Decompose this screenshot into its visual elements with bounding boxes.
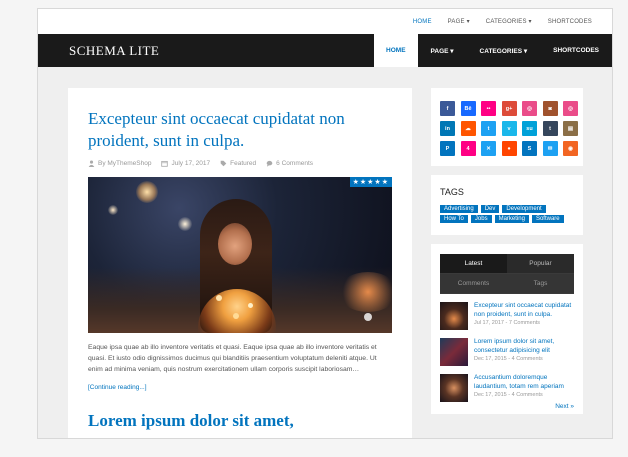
tag-development[interactable]: Development (502, 205, 546, 213)
tag-software[interactable]: Software (531, 215, 564, 223)
tags-widget: TAGS Advertising Dev Development How To … (431, 175, 583, 235)
next-link[interactable]: Next » (440, 403, 574, 410)
tag-advertising[interactable]: Advertising (440, 205, 478, 213)
twitter-icon[interactable]: t (481, 121, 496, 136)
tag-icon (220, 160, 227, 167)
category-label: Featured (230, 160, 257, 167)
menu-home[interactable]: HOME (374, 34, 418, 67)
xing-icon[interactable]: ✕ (481, 141, 496, 156)
date-label: July 17, 2017 (171, 160, 211, 167)
menu-page[interactable]: PAGE ▾ (418, 34, 467, 67)
recent-post[interactable]: Accusantium doloremque laudantium, totam… (440, 374, 574, 402)
tag-how-to[interactable]: How To (440, 215, 468, 223)
topnav-home[interactable]: HOME (413, 19, 432, 25)
post-date: July 17, 2017 (161, 160, 210, 167)
recent-post-meta: Jul 17, 2017 - 7 Comments (474, 320, 541, 326)
main-navigation: SCHEMA LITE HOME PAGE ▾ CATEGORIES ▾ SHO… (38, 34, 612, 67)
menu-shortcodes[interactable]: SHORTCODES (540, 34, 612, 67)
google-plus-icon[interactable]: g+ (501, 101, 517, 116)
vimeo-icon[interactable]: v (501, 121, 517, 136)
linkedin-icon[interactable]: in (440, 121, 455, 136)
tab-latest[interactable]: Latest (440, 254, 507, 274)
rating-stars: ★★★★★ (349, 177, 392, 187)
main-content: Excepteur sint occaecat cupidatat non pr… (68, 88, 412, 438)
featured-image[interactable]: ★★★★★ (88, 177, 392, 333)
tumblr-icon[interactable]: t (542, 121, 558, 136)
continue-reading-link[interactable]: [Continue reading...] (88, 384, 392, 391)
recent-post-thumbnail[interactable] (440, 338, 468, 366)
email-icon[interactable]: ✉ (542, 141, 558, 156)
recent-post-thumbnail[interactable] (440, 302, 468, 330)
post-category[interactable]: Featured (220, 160, 256, 167)
recent-post-title[interactable]: Lorem ipsum dolor sit amet, consectetur … (474, 338, 574, 355)
soundcloud-icon[interactable]: ☁ (460, 121, 476, 136)
topnav-page[interactable]: PAGE ▾ (448, 18, 470, 25)
comment-icon (266, 160, 273, 167)
post-title-2[interactable]: Lorem ipsum dolor sit amet, (88, 411, 392, 431)
browser-frame: HOME PAGE ▾ CATEGORIES ▾ SHORTCODES SCHE… (37, 8, 613, 439)
top-navigation: HOME PAGE ▾ CATEGORIES ▾ SHORTCODES (38, 9, 612, 34)
social-icons: f Bē •• g+ ◎ ◙ ◎ in ☁ t v su t ▤ P 4 ✕ ● S ✉ ◉ (440, 98, 578, 156)
calendar-icon (161, 160, 169, 167)
skype-icon[interactable]: S (522, 141, 537, 156)
reddit-icon[interactable]: ● (501, 141, 517, 156)
recent-post-thumbnail[interactable] (440, 374, 468, 402)
tags-title: TAGS (440, 187, 464, 197)
tab-popular[interactable]: Popular (507, 254, 574, 274)
foursquare-icon[interactable]: 4 (460, 141, 476, 156)
site-logo[interactable]: SCHEMA LITE (38, 43, 159, 59)
stumbleupon-icon[interactable]: su (522, 121, 537, 136)
instagram-icon[interactable]: ◙ (542, 101, 558, 116)
topnav-shortcodes[interactable]: SHORTCODES (548, 19, 592, 25)
recent-post-meta: Dec 17, 2015 - 4 Comments (474, 356, 543, 362)
tag-jobs[interactable]: Jobs (470, 215, 492, 223)
tab-bar: Latest Popular Comments Tags (440, 254, 574, 294)
author-label: By MyThemeShop (98, 160, 152, 167)
user-icon (88, 160, 95, 167)
dribbble-icon[interactable]: ◎ (522, 101, 537, 116)
sidebar: f Bē •• g+ ◎ ◙ ◎ in ☁ t v su t ▤ P 4 ✕ ● S ✉ ◉ TAGS Advertis… (431, 88, 583, 423)
social-widget: f Bē •• g+ ◎ ◙ ◎ in ☁ t v su t ▤ P 4 ✕ ● S ✉ ◉ (431, 88, 583, 166)
tab-comments[interactable]: Comments (440, 274, 507, 294)
tab-tags[interactable]: Tags (507, 274, 574, 294)
tag-marketing[interactable]: Marketing (494, 215, 529, 223)
menu-categories[interactable]: CATEGORIES ▾ (467, 34, 541, 67)
tag-cloud: Advertising Dev Development How To Jobs … (440, 205, 574, 223)
recent-post[interactable]: Lorem ipsum dolor sit amet, consectetur … (440, 338, 574, 366)
post-meta: By MyThemeShop July 17, 2017 Featured 6 … (88, 160, 392, 167)
post-title[interactable]: Excepteur sint occaecat cupidatat non pr… (88, 108, 392, 152)
post-comments[interactable]: 6 Comments (266, 160, 313, 167)
rss-feed-icon[interactable]: ◉ (563, 141, 578, 156)
topnav-categories[interactable]: CATEGORIES ▾ (486, 18, 532, 25)
post-author[interactable]: By MyThemeShop (88, 160, 151, 167)
rss-icon[interactable]: ▤ (563, 121, 578, 136)
facebook-icon[interactable]: f (440, 101, 455, 116)
recent-post-title[interactable]: Accusantium doloremque laudantium, totam… (474, 374, 574, 391)
dribbble-alt-icon[interactable]: ◎ (563, 101, 578, 116)
recent-post[interactable]: Excepteur sint occaecat cupidatat non pr… (440, 302, 574, 330)
pinterest-icon[interactable]: P (440, 141, 455, 156)
comments-label: 6 Comments (276, 160, 314, 167)
main-menu: HOME PAGE ▾ CATEGORIES ▾ SHORTCODES (374, 34, 612, 67)
recent-post-title[interactable]: Excepteur sint occaecat cupidatat non pr… (474, 302, 574, 319)
behance-icon[interactable]: Bē (460, 101, 476, 116)
post-excerpt: Eaque ipsa quae ab illo inventore verita… (88, 344, 377, 373)
tag-dev[interactable]: Dev (480, 205, 500, 213)
tabs-widget: Latest Popular Comments Tags Excepteur s… (431, 244, 583, 414)
flickr-icon[interactable]: •• (481, 101, 496, 116)
recent-post-meta: Dec 17, 2015 - 4 Comments (474, 392, 543, 398)
